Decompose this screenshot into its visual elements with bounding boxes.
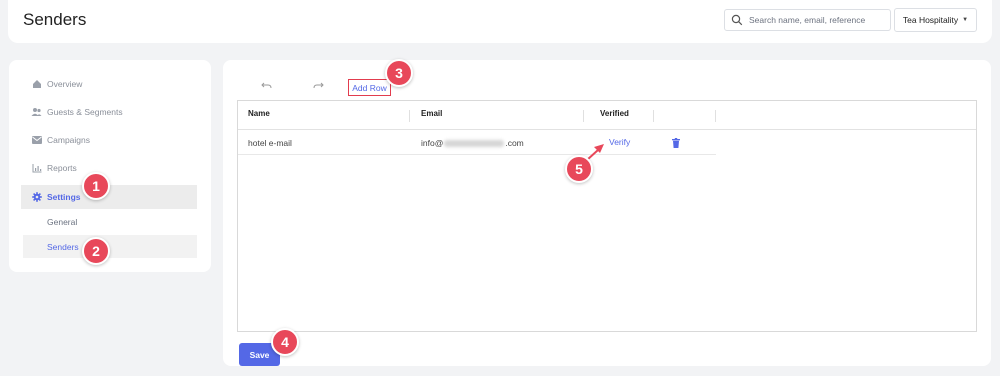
annotation-marker-2: 2: [82, 237, 110, 265]
annotation-arrow: [586, 144, 604, 161]
annotation-marker-4: 4: [271, 328, 299, 356]
annotation-marker-1: 1: [82, 172, 110, 200]
annotation-marker-3: 3: [385, 59, 413, 87]
annotation-marker-5: 5: [565, 155, 593, 183]
